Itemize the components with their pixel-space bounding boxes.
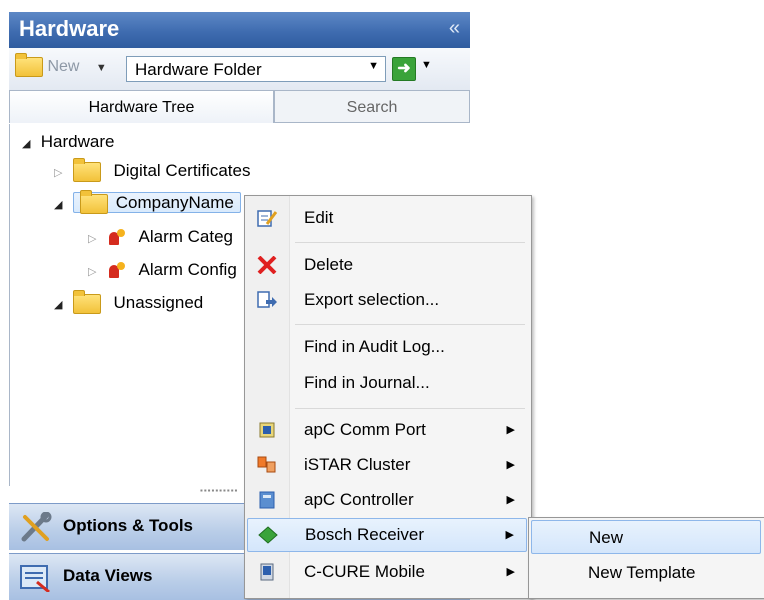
menu-item-label: iSTAR Cluster <box>304 455 411 474</box>
chevron-down-icon: ▼ <box>368 60 379 72</box>
tab-hardware-tree[interactable]: Hardware Tree <box>9 90 274 123</box>
submenu-item-new-template[interactable]: New Template <box>531 556 761 590</box>
submenu-arrow-icon: ▶ <box>505 529 514 541</box>
submenu-arrow-icon: ▶ <box>506 424 515 436</box>
data-views-icon <box>20 565 50 592</box>
export-icon <box>257 291 277 308</box>
cluster-icon <box>257 456 276 473</box>
go-arrow-icon[interactable]: ➜ <box>392 57 416 81</box>
menu-item-c-cure-mobile[interactable]: C-CURE Mobile ▶ <box>247 556 527 588</box>
submenu-arrow-icon: ▶ <box>506 566 515 578</box>
submenu-arrow-icon: ▶ <box>506 494 515 506</box>
alarm-category-icon <box>107 228 127 247</box>
menu-item-label: C-CURE Mobile <box>304 562 425 581</box>
menu-item-label: Export selection... <box>304 290 440 309</box>
nav-label: Options & Tools <box>63 516 194 535</box>
tree-item-alarm-categories[interactable]: ▷ Alarm Categ <box>88 223 233 251</box>
menu-item-label: apC Controller <box>304 490 414 509</box>
panel-title: Hardware <box>19 16 120 41</box>
receiver-icon <box>258 526 278 544</box>
panel-toolbar: New ▼ Hardware Folder ▼ ➜ ▼ <box>9 48 470 91</box>
menu-separator <box>295 408 525 409</box>
alarm-configuration-icon <box>107 261 127 280</box>
submenu-item-new[interactable]: New <box>531 520 761 554</box>
submenu-item-label: New Template <box>588 563 696 582</box>
submenu-arrow-icon: ▶ <box>506 459 515 471</box>
panel-tabs: Hardware Tree Search <box>9 90 470 124</box>
menu-item-find-in-journal[interactable]: Find in Journal... <box>247 367 527 399</box>
folder-icon <box>15 53 43 77</box>
tree-item-companyname[interactable]: ◢ CompanyName <box>54 189 241 217</box>
expand-open-icon[interactable]: ◢ <box>22 130 36 158</box>
chevron-down-icon[interactable]: ▼ <box>421 59 432 71</box>
menu-item-delete[interactable]: Delete <box>247 249 527 281</box>
menu-item-apc-comm-port[interactable]: apC Comm Port ▶ <box>247 414 527 446</box>
menu-item-label: Find in Journal... <box>304 373 430 392</box>
selected-tree-node[interactable]: CompanyName <box>72 189 241 214</box>
tree-item-label: Hardware <box>40 132 115 151</box>
expand-closed-icon[interactable]: ▷ <box>88 258 102 286</box>
menu-item-label: Find in Audit Log... <box>304 337 445 356</box>
menu-item-label: Bosch Receiver <box>305 525 425 544</box>
folder-icon <box>72 157 101 182</box>
menu-separator <box>295 324 525 325</box>
tab-search[interactable]: Search <box>274 90 470 123</box>
panel-title-bar: Hardware « <box>9 12 470 49</box>
menu-item-edit[interactable]: Edit <box>247 202 527 234</box>
chevron-down-icon[interactable]: ▼ <box>96 62 107 74</box>
folder-type-select[interactable]: Hardware Folder ▼ <box>126 56 386 82</box>
tools-icon <box>21 512 52 542</box>
edit-icon <box>257 210 277 227</box>
new-button-label: New <box>47 58 80 76</box>
menu-item-export-selection[interactable]: Export selection... <box>247 284 527 316</box>
tree-item-label: Alarm Config <box>138 260 237 279</box>
comm-port-icon <box>259 422 275 438</box>
new-button[interactable]: New ▼ <box>15 53 107 77</box>
menu-item-label: apC Comm Port <box>304 420 426 439</box>
expand-open-icon[interactable]: ◢ <box>54 191 68 219</box>
tree-item-label: Alarm Categ <box>138 227 234 246</box>
menu-item-label: Edit <box>304 208 334 227</box>
submenu-bosch-receiver: New New Template <box>528 517 764 599</box>
controller-icon <box>259 491 275 509</box>
folder-type-select-value: Hardware Folder <box>135 60 262 79</box>
tree-item-label: Unassigned <box>113 293 204 312</box>
delete-icon <box>257 256 277 274</box>
tree-item-digital-certificates[interactable]: ▷ Digital Certificates <box>54 157 250 185</box>
menu-item-label: Delete <box>304 255 354 274</box>
folder-icon <box>79 189 108 214</box>
nav-label: Data Views <box>63 566 153 585</box>
mobile-icon <box>260 563 274 581</box>
menu-separator <box>295 242 525 243</box>
menu-item-istar-cluster[interactable]: iSTAR Cluster ▶ <box>247 449 527 481</box>
expand-closed-icon[interactable]: ▷ <box>88 225 102 253</box>
expand-closed-icon[interactable]: ▷ <box>54 159 68 187</box>
tree-item-alarm-configuration[interactable]: ▷ Alarm Config <box>88 256 237 284</box>
expand-open-icon[interactable]: ◢ <box>54 291 68 319</box>
tree-item-unassigned[interactable]: ◢ Unassigned <box>54 289 203 317</box>
tree-item-hardware[interactable]: ◢ Hardware <box>22 128 114 156</box>
menu-item-find-in-audit-log[interactable]: Find in Audit Log... <box>247 331 527 363</box>
menu-item-apc-controller[interactable]: apC Controller ▶ <box>247 484 527 516</box>
tree-item-label: CompanyName <box>115 193 234 212</box>
submenu-item-label: New <box>589 528 624 547</box>
menu-item-bosch-receiver[interactable]: Bosch Receiver ▶ <box>247 518 527 552</box>
context-menu: Edit Delete Export selection... Find in … <box>244 195 532 599</box>
collapse-icon[interactable]: « <box>449 17 460 40</box>
folder-icon <box>72 289 101 314</box>
tree-item-label: Digital Certificates <box>113 161 251 180</box>
